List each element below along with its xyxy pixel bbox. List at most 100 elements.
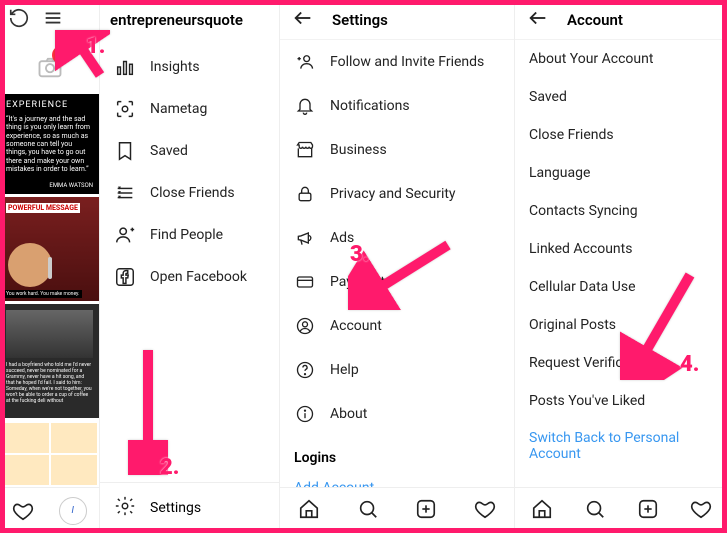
header-title: Settings: [332, 11, 388, 29]
tile-body: I had a boyfriend who told me I'd never …: [6, 362, 93, 404]
card-icon: [294, 271, 316, 293]
switch-back-link[interactable]: Switch Back to Personal Account: [515, 420, 727, 472]
storefront-icon: [294, 139, 316, 161]
menu-label: Open Facebook: [150, 269, 247, 285]
settings-item-help[interactable]: Help: [280, 348, 514, 392]
settings-item-about[interactable]: About: [280, 392, 514, 436]
settings-item-account[interactable]: Account: [280, 304, 514, 348]
profile-username: entrepreneursquote: [100, 0, 279, 40]
account-item-linked-accounts[interactable]: Linked Accounts: [515, 230, 727, 268]
tile-figure: [6, 310, 93, 358]
bell-icon: [294, 95, 316, 117]
settings-item-notifications[interactable]: Notifications: [280, 84, 514, 128]
bottom-nav: [515, 487, 727, 533]
search-icon[interactable]: [584, 498, 606, 524]
find-people-icon: [114, 224, 136, 246]
bottom-nav: [280, 487, 514, 533]
item-label: Follow and Invite Friends: [330, 54, 484, 70]
footer-label: Settings: [150, 500, 201, 516]
account-item-cellular-data[interactable]: Cellular Data Use: [515, 268, 727, 306]
settings-item-privacy[interactable]: Privacy and Security: [280, 172, 514, 216]
tile-subcaption: You work hard. You make money.: [3, 290, 82, 298]
menu-label: Find People: [150, 227, 223, 243]
settings-item-payments[interactable]: Payments: [280, 260, 514, 304]
profile-menu-list: Insights Nametag Saved Close Friends Fin…: [100, 40, 279, 482]
account-item-close-friends[interactable]: Close Friends: [515, 116, 727, 154]
app-container: 3 EXPERIENCE “It's a journey and the sad…: [0, 0, 727, 533]
heart-icon[interactable]: [12, 500, 34, 522]
account-item-contacts-syncing[interactable]: Contacts Syncing: [515, 192, 727, 230]
account-item-original-posts[interactable]: Original Posts: [515, 306, 727, 344]
item-label: Account: [330, 318, 382, 334]
account-panel: Account About Your Account Saved Close F…: [515, 0, 727, 533]
nametag-icon: [114, 98, 136, 120]
menu-item-find-people[interactable]: Find People: [100, 214, 279, 256]
bookmark-icon: [114, 140, 136, 162]
tile-banner: POWERFUL MESSAGE: [6, 203, 80, 213]
menu-item-open-facebook[interactable]: Open Facebook: [100, 256, 279, 298]
strip-bottom-bar: I: [0, 487, 99, 533]
add-person-icon: [294, 51, 316, 73]
home-icon[interactable]: [298, 498, 320, 524]
heart-icon[interactable]: [474, 498, 496, 524]
item-label: About: [330, 406, 367, 422]
tile-title: EXPERIENCE: [6, 100, 93, 111]
item-label: Business: [330, 142, 387, 158]
facebook-icon: [114, 266, 136, 288]
megaphone-icon: [294, 227, 316, 249]
add-account-link[interactable]: Add Account: [280, 470, 514, 487]
profile-avatar-icon[interactable]: I: [59, 497, 87, 525]
camera-row[interactable]: 3: [0, 40, 99, 94]
menu-item-nametag[interactable]: Nametag: [100, 88, 279, 130]
settings-item-business[interactable]: Business: [280, 128, 514, 172]
heart-icon[interactable]: [690, 498, 712, 524]
home-icon[interactable]: [531, 498, 553, 524]
feed-thumbnails: EXPERIENCE “It's a journey and the sad t…: [0, 94, 99, 487]
gear-icon: [114, 495, 136, 521]
strip-top-bar: [0, 0, 99, 40]
settings-panel: Settings Follow and Invite Friends Notif…: [280, 0, 515, 533]
lock-icon: [294, 183, 316, 205]
menu-item-saved[interactable]: Saved: [100, 130, 279, 172]
account-icon: [294, 315, 316, 337]
profile-menu-panel: entrepreneursquote Insights Nametag Save…: [100, 0, 280, 533]
account-list: About Your Account Saved Close Friends L…: [515, 40, 727, 487]
post-thumbnail[interactable]: POWERFUL MESSAGE You work hard. You make…: [0, 197, 99, 301]
info-icon: [294, 403, 316, 425]
account-item-about-your-account[interactable]: About Your Account: [515, 40, 727, 78]
tile-mic: [48, 257, 52, 279]
left-strip: 3 EXPERIENCE “It's a journey and the sad…: [0, 0, 100, 533]
hamburger-menu-icon[interactable]: [42, 7, 64, 33]
account-item-posts-liked[interactable]: Posts You've Liked: [515, 382, 727, 420]
menu-item-close-friends[interactable]: Close Friends: [100, 172, 279, 214]
settings-list: Follow and Invite Friends Notifications …: [280, 40, 514, 487]
back-icon[interactable]: [292, 7, 314, 33]
post-thumbnail[interactable]: [0, 421, 99, 487]
post-thumbnail[interactable]: EXPERIENCE “It's a journey and the sad t…: [0, 94, 99, 194]
back-icon[interactable]: [527, 7, 549, 33]
menu-item-insights[interactable]: Insights: [100, 46, 279, 88]
close-friends-icon: [114, 182, 136, 204]
account-item-language[interactable]: Language: [515, 154, 727, 192]
tile-body: “It's a journey and the sad thing is you…: [6, 115, 93, 174]
account-item-request-verification[interactable]: Request Verification: [515, 344, 727, 382]
menu-label: Nametag: [150, 101, 207, 117]
archive-icon[interactable]: [8, 7, 30, 33]
search-icon[interactable]: [357, 498, 379, 524]
tile-figure: [8, 243, 52, 287]
menu-label: Close Friends: [150, 185, 235, 201]
menu-footer-settings[interactable]: Settings: [100, 482, 279, 533]
section-header-logins: Logins: [280, 436, 514, 470]
item-label: Privacy and Security: [330, 186, 456, 202]
add-post-icon[interactable]: [637, 498, 659, 524]
settings-item-follow-invite[interactable]: Follow and Invite Friends: [280, 40, 514, 84]
settings-item-ads[interactable]: Ads: [280, 216, 514, 260]
tile-caption: EMMA WATSON: [49, 182, 93, 189]
post-thumbnail[interactable]: I had a boyfriend who told me I'd never …: [0, 304, 99, 418]
add-post-icon[interactable]: [415, 498, 437, 524]
insights-icon: [114, 56, 136, 78]
account-item-saved[interactable]: Saved: [515, 78, 727, 116]
item-label: Ads: [330, 230, 354, 246]
item-label: Help: [330, 362, 359, 378]
header-title: Account: [567, 11, 623, 29]
